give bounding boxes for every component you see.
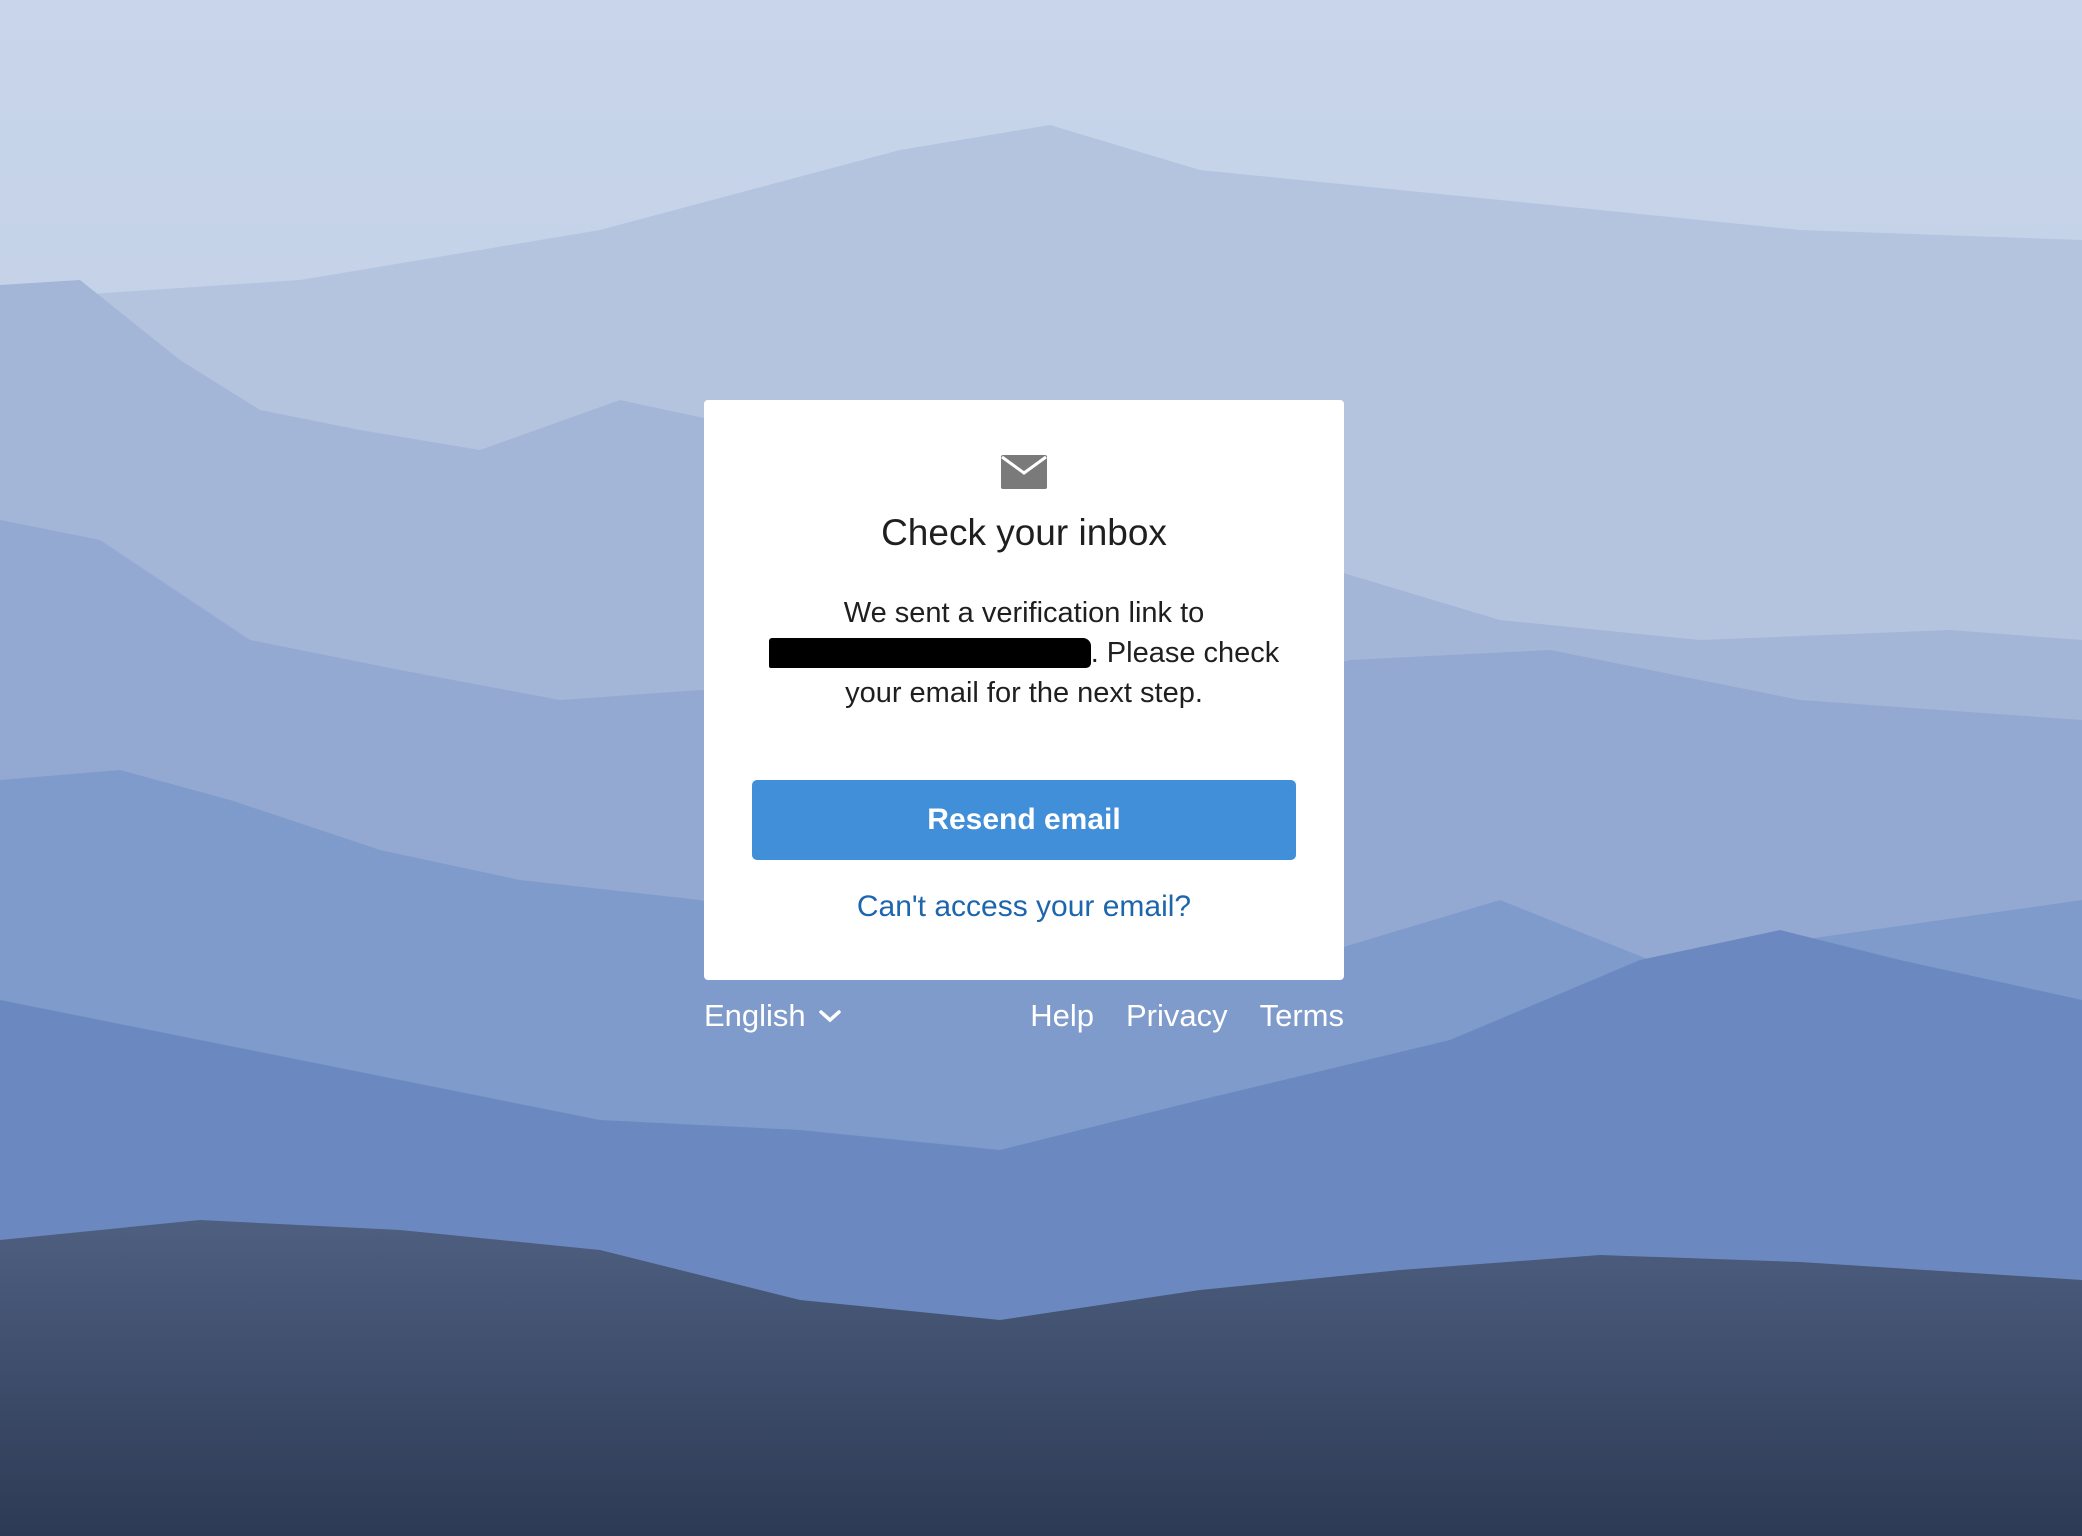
terms-link[interactable]: Terms	[1260, 998, 1344, 1034]
message-prefix: We sent a verification link to	[843, 597, 1205, 629]
envelope-icon	[1001, 455, 1047, 489]
footer: English Help Privacy Terms	[704, 998, 1344, 1042]
chevron-down-icon	[818, 1010, 841, 1023]
footer-links: Help Privacy Terms	[1030, 998, 1344, 1034]
language-selector[interactable]: English	[704, 998, 842, 1034]
verification-card: Check your inbox We sent a verification …	[704, 400, 1344, 980]
language-label: English	[704, 998, 806, 1033]
privacy-link[interactable]: Privacy	[1126, 998, 1228, 1034]
verification-message: We sent a verification link to . Please …	[744, 593, 1304, 713]
login-page: Check your inbox We sent a verification …	[0, 0, 2082, 1536]
cant-access-email-link[interactable]: Can't access your email?	[704, 890, 1344, 924]
page-title: Check your inbox	[881, 512, 1167, 553]
resend-email-button[interactable]: Resend email	[752, 780, 1296, 860]
help-link[interactable]: Help	[1030, 998, 1094, 1034]
redacted-email	[768, 638, 1091, 668]
